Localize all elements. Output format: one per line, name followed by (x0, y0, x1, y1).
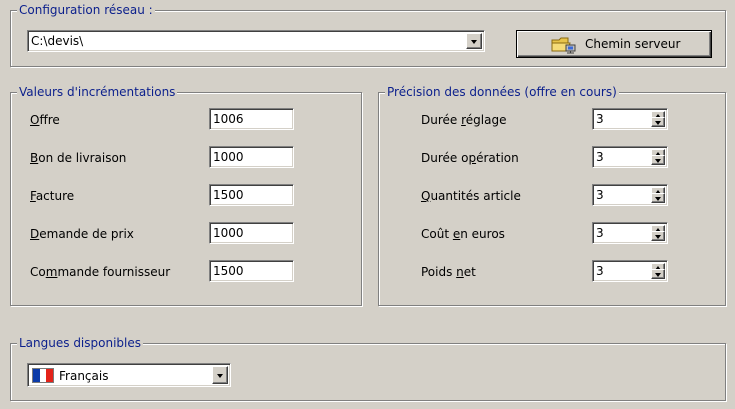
chevron-down-icon (655, 235, 661, 239)
chevron-down-icon (655, 121, 661, 125)
language-dropdown-button[interactable] (212, 366, 228, 384)
increment-field-commande-fournisseur[interactable] (209, 260, 294, 282)
increment-field-bon-de-livraison[interactable] (209, 146, 294, 168)
precision-spin-poids-net[interactable] (592, 260, 668, 282)
server-path-button-label: Chemin serveur (585, 37, 681, 51)
precision-label-poids-net: Poids net (421, 265, 476, 279)
increment-field-offre[interactable] (209, 108, 294, 130)
precision-input-cout-en-euros[interactable] (595, 225, 649, 241)
language-selected: Français (59, 369, 109, 383)
increment-label-facture: Facture (30, 189, 75, 203)
precision-spin-cout-en-euros[interactable] (592, 222, 668, 244)
spin-down-button[interactable] (651, 193, 665, 203)
precision-label-duree-operation: Durée opération (421, 151, 519, 165)
precision-input-duree-operation[interactable] (595, 149, 649, 165)
chevron-down-icon (655, 159, 661, 163)
server-path-combobox[interactable] (27, 30, 485, 52)
server-path-input[interactable] (30, 33, 464, 49)
network-config-legend: Configuration réseau : (17, 3, 155, 17)
chevron-down-icon (655, 197, 661, 201)
increment-input-bon-de-livraison[interactable] (212, 149, 291, 165)
spin-down-button[interactable] (651, 231, 665, 241)
network-folder-icon (551, 37, 576, 54)
precision-spin-duree-reglage[interactable] (592, 108, 668, 130)
increment-input-facture[interactable] (212, 187, 291, 203)
chevron-down-icon (471, 40, 477, 44)
flag-stripe-white (39, 369, 47, 382)
precision-label-duree-reglage: Durée réglage (421, 113, 507, 127)
increment-field-facture[interactable] (209, 184, 294, 206)
increment-input-commande-fournisseur[interactable] (212, 263, 291, 279)
precision-spin-quantites-article[interactable] (592, 184, 668, 206)
increments-legend: Valeurs d'incrémentations (17, 85, 178, 99)
server-path-dropdown-button[interactable] (466, 33, 482, 49)
increment-input-demande-de-prix[interactable] (212, 225, 291, 241)
chevron-down-icon (217, 374, 223, 378)
spin-down-button[interactable] (651, 155, 665, 165)
precision-legend: Précision des données (offre en cours) (385, 85, 619, 99)
french-flag-icon (33, 369, 54, 382)
precision-input-quantites-article[interactable] (595, 187, 649, 203)
increment-input-offre[interactable] (212, 111, 291, 127)
precision-label-quantites-article: Quantités article (421, 189, 521, 203)
increment-field-demande-de-prix[interactable] (209, 222, 294, 244)
precision-label-cout-en-euros: Coût en euros (421, 227, 505, 241)
flag-stripe-blue (33, 369, 40, 382)
spin-down-button[interactable] (651, 269, 665, 279)
precision-input-duree-reglage[interactable] (595, 111, 649, 127)
languages-legend: Langues disponibles (17, 336, 144, 350)
server-path-button[interactable]: Chemin serveur (516, 30, 712, 58)
increment-label-commande-fournisseur: Commande fournisseur (30, 265, 171, 279)
precision-input-poids-net[interactable] (595, 263, 649, 279)
flag-stripe-red (46, 369, 54, 382)
increment-label-offre: Offre (30, 113, 60, 127)
increment-label-bon-de-livraison: Bon de livraison (30, 151, 127, 165)
chevron-down-icon (655, 273, 661, 277)
spin-down-button[interactable] (651, 117, 665, 127)
precision-spin-duree-operation[interactable] (592, 146, 668, 168)
increment-label-demande-de-prix: Demande de prix (30, 227, 134, 241)
language-combobox[interactable]: Français (27, 363, 231, 387)
